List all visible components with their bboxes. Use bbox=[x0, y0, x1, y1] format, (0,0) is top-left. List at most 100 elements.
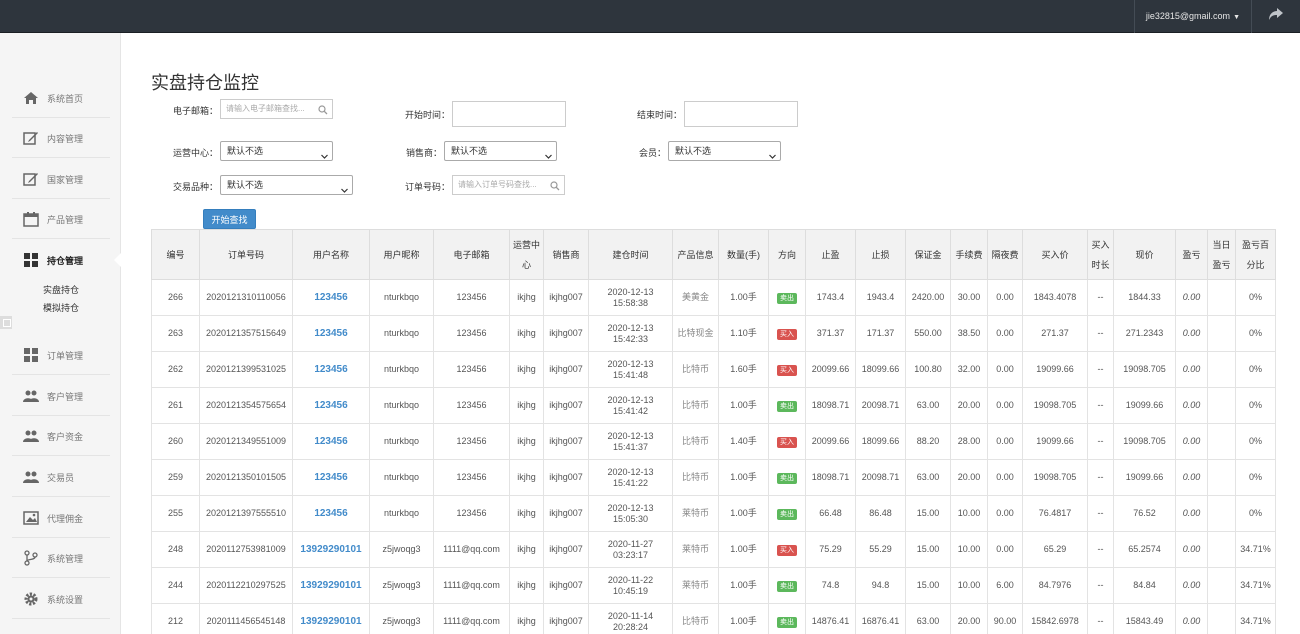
table-cell: 263 bbox=[151, 315, 200, 352]
active-pointer bbox=[114, 253, 121, 267]
table-cell: 75.29 bbox=[805, 531, 856, 568]
table-cell: 6.00 bbox=[987, 567, 1023, 604]
sidebar-item-funds[interactable]: 客户资金 bbox=[12, 416, 110, 456]
sidebar-item-label: 客户管理 bbox=[47, 392, 84, 402]
table-cell: 1111@qq.com bbox=[433, 603, 510, 634]
member-value: 默认不选 bbox=[675, 146, 712, 156]
table-cell: ikjhg007 bbox=[543, 279, 589, 316]
table-cell: 34.71% bbox=[1235, 567, 1276, 604]
table-cell: ikjhg007 bbox=[543, 315, 589, 352]
username-link[interactable]: 123456 bbox=[292, 387, 370, 424]
username-link[interactable]: 13929290101 bbox=[292, 603, 370, 634]
table-row[interactable]: 244 2020112210297525 13929290101 z5jwoqg3 11… bbox=[151, 567, 1276, 604]
direction-badge: 卖出 bbox=[777, 472, 797, 484]
table-cell: 76.4817 bbox=[1022, 495, 1088, 532]
table-cell: ikjhg007 bbox=[543, 387, 589, 424]
username-link[interactable]: 123456 bbox=[292, 279, 370, 316]
table-cell: 2020121350101505 bbox=[199, 459, 293, 496]
order-number-input[interactable]: 请输入订单号码查找... bbox=[452, 175, 565, 195]
table-cell: 卖出 bbox=[768, 567, 806, 604]
variety-select[interactable]: 默认不选 bbox=[220, 175, 353, 195]
table-cell: 19098.705 bbox=[1022, 387, 1088, 424]
start-time-input[interactable] bbox=[452, 101, 566, 127]
start-search-button[interactable]: 开始查找 bbox=[203, 209, 256, 229]
table-cell: 2020-12-13 15:41:22 bbox=[588, 459, 673, 496]
email-search-input[interactable]: 请输入电子邮箱查找... bbox=[220, 99, 333, 119]
table-cell bbox=[1207, 279, 1236, 316]
username-link[interactable]: 123456 bbox=[292, 315, 370, 352]
column-header: 产品信息 bbox=[672, 229, 719, 280]
table-cell: 0.00 bbox=[1175, 531, 1208, 568]
table-cell: 88.20 bbox=[905, 423, 951, 460]
table-row[interactable]: 266 2020121310110056 123456 nturkbqo 123456 i… bbox=[151, 279, 1276, 316]
sidebar-subitem-demo[interactable]: 模拟持仓 bbox=[43, 301, 79, 314]
member-select[interactable]: 默认不选 bbox=[668, 141, 781, 161]
sidebar-item-label: 代理佣金 bbox=[47, 514, 84, 524]
sidebar-item-settings[interactable]: 系统设置 bbox=[12, 579, 110, 619]
table-cell: 94.8 bbox=[855, 567, 906, 604]
username-link[interactable]: 13929290101 bbox=[292, 531, 370, 568]
sidebar-item-country[interactable]: 国家管理 bbox=[12, 159, 110, 199]
username-link[interactable]: 123456 bbox=[292, 459, 370, 496]
ops-center-select[interactable]: 默认不选 bbox=[220, 141, 333, 161]
column-header: 用户名称 bbox=[292, 229, 370, 280]
table-row[interactable]: 248 2020112753981009 13929290101 z5jwoqg3 11… bbox=[151, 531, 1276, 568]
sidebar-item-product[interactable]: 产品管理 bbox=[12, 199, 110, 239]
sidebar-item-home[interactable]: 系统首页 bbox=[12, 78, 110, 118]
sidebar-item-commission[interactable]: 代理佣金 bbox=[12, 498, 110, 538]
table-cell: nturkbqo bbox=[369, 387, 434, 424]
end-time-input[interactable] bbox=[684, 101, 798, 127]
table-row[interactable]: 262 2020121399531025 123456 nturkbqo 123456 i… bbox=[151, 351, 1276, 388]
username-link[interactable]: 123456 bbox=[292, 495, 370, 532]
chevron-down-icon bbox=[341, 182, 348, 193]
table-cell: 16876.41 bbox=[855, 603, 906, 634]
sidebar-subitem-live[interactable]: 实盘持仓 bbox=[43, 283, 79, 296]
sidebar-item-position[interactable]: 持仓管理 bbox=[12, 240, 110, 280]
table-cell: 1.00手 bbox=[718, 459, 769, 496]
table-cell: 1111@qq.com bbox=[433, 531, 510, 568]
share-icon[interactable] bbox=[1252, 0, 1300, 33]
table-cell: 20098.71 bbox=[855, 387, 906, 424]
table-cell: 1111@qq.com bbox=[433, 567, 510, 604]
column-header: 销售商 bbox=[543, 229, 589, 280]
table-row[interactable]: 259 2020121350101505 123456 nturkbqo 123456 i… bbox=[151, 459, 1276, 496]
username-link[interactable]: 123456 bbox=[292, 423, 370, 460]
sidebar-item-customers[interactable]: 客户管理 bbox=[12, 376, 110, 416]
table-row[interactable]: 255 2020121397555510 123456 nturkbqo 123456 i… bbox=[151, 495, 1276, 532]
sidebar-item-system[interactable]: 系统管理 bbox=[12, 538, 110, 578]
table-cell bbox=[1207, 351, 1236, 388]
gear-icon bbox=[23, 591, 39, 607]
seller-select[interactable]: 默认不选 bbox=[444, 141, 557, 161]
table-cell: 比特币 bbox=[672, 351, 719, 388]
sidebar-item-orders[interactable]: 订单管理 bbox=[12, 335, 110, 375]
table-cell: nturkbqo bbox=[369, 495, 434, 532]
table-cell: ikjhg bbox=[509, 279, 544, 316]
user-menu[interactable]: jie32815@gmail.com ▼ bbox=[1133, 0, 1252, 33]
table-cell: 比特币 bbox=[672, 423, 719, 460]
search-icon bbox=[318, 104, 328, 115]
table-cell: 66.48 bbox=[805, 495, 856, 532]
column-header: 保证金 bbox=[905, 229, 951, 280]
sidebar-item-content[interactable]: 内容管理 bbox=[12, 118, 110, 158]
table-cell bbox=[1207, 423, 1236, 460]
table-cell: 比特币 bbox=[672, 387, 719, 424]
table-row[interactable]: 263 2020121357515649 123456 nturkbqo 123456 i… bbox=[151, 315, 1276, 352]
table-cell: 19098.705 bbox=[1113, 351, 1176, 388]
table-cell: z5jwoqg3 bbox=[369, 531, 434, 568]
table-cell bbox=[1207, 459, 1236, 496]
table-cell: nturkbqo bbox=[369, 459, 434, 496]
table-cell: 卖出 bbox=[768, 279, 806, 316]
sidebar-item-label: 产品管理 bbox=[47, 215, 84, 225]
table-row[interactable]: 261 2020121354575654 123456 nturkbqo 123456 i… bbox=[151, 387, 1276, 424]
table-cell: 63.00 bbox=[905, 603, 951, 634]
table-row[interactable]: 212 2020111456545148 13929290101 z5jwoqg3 11… bbox=[151, 603, 1276, 634]
username-link[interactable]: 123456 bbox=[292, 351, 370, 388]
username-link[interactable]: 13929290101 bbox=[292, 567, 370, 604]
sidebar-collapse-toggle[interactable] bbox=[0, 316, 12, 329]
table-row[interactable]: 260 2020121349551009 123456 nturkbqo 123456 i… bbox=[151, 423, 1276, 460]
sidebar-item-label: 订单管理 bbox=[47, 351, 84, 361]
sidebar-item-traders[interactable]: 交易员 bbox=[12, 457, 110, 497]
table-cell: 18098.71 bbox=[805, 387, 856, 424]
table-cell: 86.48 bbox=[855, 495, 906, 532]
table-cell: 261 bbox=[151, 387, 200, 424]
